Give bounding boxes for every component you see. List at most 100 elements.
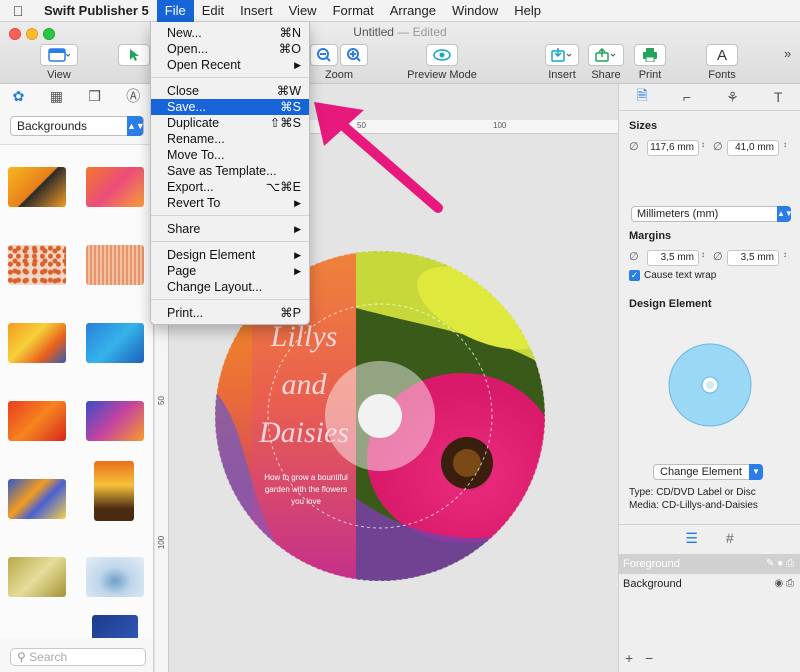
thumbnail[interactable] xyxy=(92,615,138,638)
insert-button[interactable] xyxy=(545,44,579,66)
checkbox-checked-icon[interactable]: ✓ xyxy=(629,270,640,281)
height-icon: ∅ xyxy=(713,141,723,153)
chevron-down-icon: ▼ xyxy=(749,464,763,480)
ruler-tab-icon[interactable]: ⌐ xyxy=(683,89,691,105)
thumbnail[interactable] xyxy=(8,167,66,207)
app-menu[interactable]: Swift Publisher 5 xyxy=(36,0,157,22)
width-field[interactable]: 117,6 mm xyxy=(647,140,699,156)
margin-right-field[interactable]: 3,5 mm xyxy=(727,250,779,266)
thumbnail[interactable] xyxy=(8,323,66,363)
zoom-in-button[interactable] xyxy=(340,44,368,66)
menu-item-revert-to[interactable]: Revert To ▶ xyxy=(151,195,309,211)
ruler-tick-label: 100 xyxy=(157,535,167,550)
menu-window[interactable]: Window xyxy=(444,0,506,22)
category-select[interactable]: Backgrounds ▲▼ xyxy=(10,116,145,136)
pink-arrow-annotation xyxy=(314,102,443,213)
cause-text-wrap-row: ✓ Cause text wrap xyxy=(629,270,717,281)
eye-icon xyxy=(433,49,451,61)
menu-format[interactable]: Format xyxy=(325,0,382,22)
print-button[interactable] xyxy=(634,44,666,66)
thumbnail[interactable] xyxy=(8,245,66,285)
backgrounds-tab-icon[interactable]: ✿ xyxy=(13,88,25,105)
thumbnail[interactable] xyxy=(86,557,144,597)
view-label: View xyxy=(47,69,71,81)
menu-item-share[interactable]: Share ▶ xyxy=(151,221,309,237)
menu-item-export[interactable]: Export... ⌥⌘E xyxy=(151,179,309,195)
change-element-select[interactable]: Change Element ▼ xyxy=(653,464,763,480)
apple-menu-icon[interactable]:  xyxy=(0,3,36,19)
zoom-in-icon xyxy=(347,48,361,62)
thumbnail[interactable] xyxy=(86,323,144,363)
menu-item-print[interactable]: Print... ⌘P xyxy=(151,305,309,321)
layer-row-foreground[interactable]: Foreground ✎ ● ⎙ xyxy=(619,554,800,574)
search-icon: ⚲ xyxy=(17,650,26,664)
menu-item-open-recent[interactable]: Open Recent ▶ xyxy=(151,57,309,73)
menu-item-duplicate[interactable]: Duplicate ⇧⌘S xyxy=(151,115,309,131)
layer-controls-icon[interactable]: ◉ ⎙ xyxy=(774,574,794,594)
stepper-icon[interactable]: ↕ xyxy=(783,250,787,259)
more-icon[interactable]: » xyxy=(784,46,791,61)
grid-icon[interactable]: # xyxy=(726,530,734,546)
menu-view[interactable]: View xyxy=(281,0,325,22)
units-select[interactable]: Millimeters (mm) ▲▼ xyxy=(631,206,793,222)
menu-edit[interactable]: Edit xyxy=(194,0,232,22)
menu-item-design-element[interactable]: Design Element ▶ xyxy=(151,247,309,263)
menu-item-move-to[interactable]: Move To... xyxy=(151,147,309,163)
add-layer-button[interactable]: + xyxy=(625,650,633,666)
thumbnail[interactable] xyxy=(86,401,144,441)
zoom-out-button[interactable] xyxy=(310,44,338,66)
menu-item-change-layout[interactable]: Change Layout... xyxy=(151,279,309,295)
menu-insert[interactable]: Insert xyxy=(232,0,281,22)
margin-left-field[interactable]: 3,5 mm xyxy=(647,250,699,266)
arrange-tab-icon[interactable]: ⚘ xyxy=(726,89,739,106)
thumbnail[interactable] xyxy=(8,557,66,597)
shapes-tab-icon[interactable]: ❒ xyxy=(88,88,101,105)
view-button[interactable] xyxy=(40,44,78,66)
menu-separator xyxy=(151,241,309,242)
thumbnail[interactable] xyxy=(94,461,134,521)
menu-arrange[interactable]: Arrange xyxy=(382,0,444,22)
insert-icon xyxy=(551,48,572,62)
preview-mode-button[interactable] xyxy=(426,44,458,66)
share-button[interactable] xyxy=(588,44,624,66)
select-tool-button[interactable] xyxy=(118,44,150,66)
thumbnail[interactable] xyxy=(8,401,66,441)
layer-row-background[interactable]: Background ◉ ⎙ xyxy=(619,574,800,594)
cd-preview-icon xyxy=(668,343,752,427)
thumbnail[interactable] xyxy=(86,245,144,285)
window-title: Untitled — Edited xyxy=(353,25,447,39)
layer-controls-icon[interactable]: ✎ ● ⎙ xyxy=(766,554,794,574)
menu-item-save-as-template[interactable]: Save as Template... xyxy=(151,163,309,179)
images-tab-icon[interactable]: ▦ xyxy=(50,88,63,105)
preview-mode-label: Preview Mode xyxy=(407,69,477,81)
height-field[interactable]: 41,0 mm xyxy=(727,140,779,156)
menu-item-new[interactable]: New... ⌘N xyxy=(151,25,309,41)
margins-heading: Margins xyxy=(629,230,672,242)
menu-item-close[interactable]: Close ⌘W xyxy=(151,83,309,99)
menu-item-rename[interactable]: Rename... xyxy=(151,131,309,147)
layers-icon[interactable]: ☰ xyxy=(685,530,698,547)
thumbnail[interactable] xyxy=(8,479,66,519)
menu-file[interactable]: File xyxy=(156,0,194,22)
search-input[interactable]: ⚲ Search xyxy=(10,648,146,666)
element-info: Type: CD/DVD Label or Disc Media: CD-Lil… xyxy=(629,487,758,511)
stepper-icon[interactable]: ↕ xyxy=(701,140,705,149)
stepper-icon[interactable]: ↕ xyxy=(783,140,787,149)
menu-separator xyxy=(151,299,309,300)
cd-title-line2: and xyxy=(282,368,328,401)
stepper-icon[interactable]: ↕ xyxy=(701,250,705,259)
document-tab-icon[interactable]: 🗎 xyxy=(637,85,648,109)
toolbar: Untitled — Edited View Zoom Preview Mode… xyxy=(0,22,800,84)
menu-item-open[interactable]: Open... ⌘O xyxy=(151,41,309,57)
menu-help[interactable]: Help xyxy=(506,0,549,22)
margin-icon: ∅ xyxy=(629,251,639,263)
fonts-button[interactable]: A xyxy=(706,44,738,66)
menu-item-page[interactable]: Page ▶ xyxy=(151,263,309,279)
remove-layer-button[interactable]: − xyxy=(645,650,653,666)
text-tab-icon[interactable]: T xyxy=(774,89,783,105)
thumbnail[interactable] xyxy=(86,167,144,207)
menu-item-save[interactable]: Save... ⌘S xyxy=(151,99,309,115)
text-tab-icon[interactable]: Ⓐ xyxy=(126,86,140,106)
divider xyxy=(619,110,800,111)
submenu-arrow-icon: ▶ xyxy=(294,60,301,70)
